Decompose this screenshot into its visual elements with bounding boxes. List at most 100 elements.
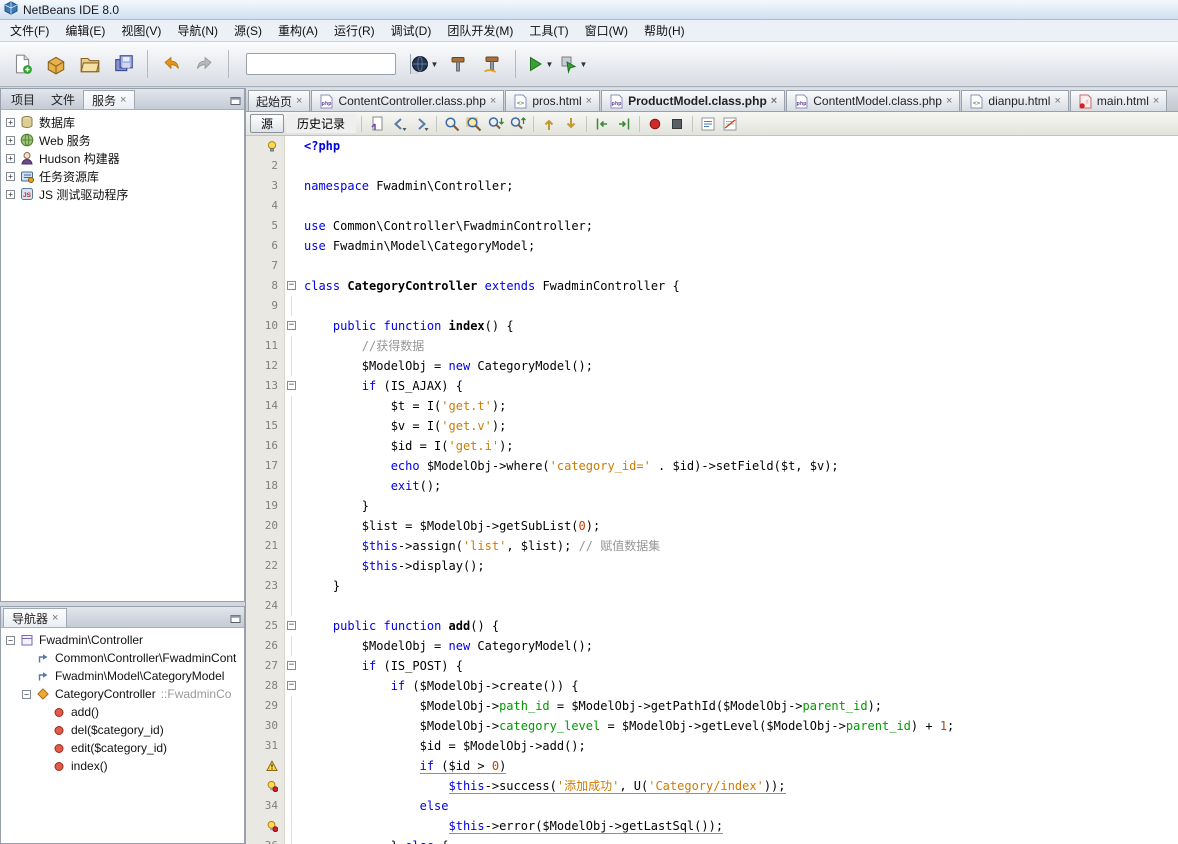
menu-item[interactable]: 源(S)	[226, 19, 270, 42]
editor-tab[interactable]: phpProductModel.class.php×	[601, 90, 785, 111]
tab-navigator[interactable]: 导航器 ×	[3, 608, 67, 627]
history-view-button[interactable]: 历史记录	[286, 114, 356, 133]
editor-tab[interactable]: !main.html×	[1070, 90, 1167, 111]
line-number-gutter[interactable]: 14	[246, 396, 284, 416]
line-number-gutter[interactable]: 13	[246, 376, 284, 396]
line-number-gutter[interactable]: 24	[246, 596, 284, 616]
close-tab-icon[interactable]: ×	[586, 96, 592, 106]
services-tree-item[interactable]: +数据库	[1, 113, 244, 131]
menu-item[interactable]: 窗口(W)	[577, 19, 636, 42]
services-tree-item[interactable]: +JSJS 测试驱动程序	[1, 185, 244, 203]
code-fold-margin[interactable]	[284, 776, 298, 796]
line-number-gutter[interactable]: 31	[246, 736, 284, 756]
services-tree-item[interactable]: +任务资源库	[1, 167, 244, 185]
line-number-gutter[interactable]: 12	[246, 356, 284, 376]
code-fold-margin[interactable]	[284, 456, 298, 476]
code-fold-margin[interactable]	[284, 336, 298, 356]
code-fold-margin[interactable]	[284, 696, 298, 716]
shift-line-right-icon[interactable]	[614, 114, 634, 134]
source-view-button[interactable]: 源	[250, 114, 284, 133]
new-file-button[interactable]	[6, 48, 38, 80]
code-fold-margin[interactable]: −	[284, 656, 298, 676]
uncomment-icon[interactable]	[720, 114, 740, 134]
save-all-button[interactable]	[108, 48, 140, 80]
code-fold-margin[interactable]	[284, 496, 298, 516]
code-fold-margin[interactable]	[284, 736, 298, 756]
line-number-gutter[interactable]: 8	[246, 276, 284, 296]
navigator-tree-item[interactable]: edit($category_id)	[1, 739, 244, 757]
line-number-gutter[interactable]: 15	[246, 416, 284, 436]
undo-button[interactable]	[155, 48, 187, 80]
minimize-window-icon[interactable]	[230, 95, 241, 106]
forward-icon[interactable]	[411, 114, 431, 134]
expander-icon[interactable]: +	[6, 172, 15, 181]
menu-item[interactable]: 团队开发(M)	[439, 19, 521, 42]
code-fold-margin[interactable]: −	[284, 276, 298, 296]
code-fold-margin[interactable]	[284, 156, 298, 176]
navigator-tree-item[interactable]: Common\Controller\FwadminCont	[1, 649, 244, 667]
line-number-gutter[interactable]	[246, 756, 284, 776]
editor-tab[interactable]: <>dianpu.html×	[961, 90, 1068, 111]
code-fold-margin[interactable]	[284, 516, 298, 536]
line-number-gutter[interactable]: 11	[246, 336, 284, 356]
line-number-gutter[interactable]	[246, 816, 284, 836]
line-number-gutter[interactable]: 16	[246, 436, 284, 456]
line-number-gutter[interactable]: 30	[246, 716, 284, 736]
line-number-gutter[interactable]: 7	[246, 256, 284, 276]
editor-tab[interactable]: phpContentController.class.php×	[311, 90, 504, 111]
code-fold-margin[interactable]	[284, 636, 298, 656]
code-fold-margin[interactable]	[284, 816, 298, 836]
tab-services[interactable]: 服务×	[83, 90, 135, 109]
editor-tab[interactable]: phpContentModel.class.php×	[786, 90, 960, 111]
close-tab-icon[interactable]: ×	[771, 96, 777, 106]
code-fold-margin[interactable]: −	[284, 316, 298, 336]
line-number-gutter[interactable]: 5	[246, 216, 284, 236]
code-fold-margin[interactable]	[284, 256, 298, 276]
fold-collapse-icon[interactable]: −	[287, 681, 296, 690]
fold-collapse-icon[interactable]: −	[287, 381, 296, 390]
last-edit-location-icon[interactable]	[367, 114, 387, 134]
redo-button[interactable]	[189, 48, 221, 80]
line-number-gutter[interactable]: 10	[246, 316, 284, 336]
services-tree-item[interactable]: +Hudson 构建器	[1, 149, 244, 167]
line-number-gutter[interactable]: 17	[246, 456, 284, 476]
find-next-icon[interactable]	[486, 114, 506, 134]
code-fold-margin[interactable]	[284, 536, 298, 556]
line-number-gutter[interactable]: 19	[246, 496, 284, 516]
line-number-gutter[interactable]	[246, 136, 284, 156]
line-number-gutter[interactable]: 4	[246, 196, 284, 216]
comment-icon[interactable]	[698, 114, 718, 134]
navigator-tree-item[interactable]: del($category_id)	[1, 721, 244, 739]
navigator-tree-item[interactable]: −CategoryController::FwadminCo	[1, 685, 244, 703]
code-fold-margin[interactable]	[284, 356, 298, 376]
menu-item[interactable]: 视图(V)	[113, 19, 169, 42]
close-tab-icon[interactable]: ×	[1153, 96, 1159, 106]
build-project-button[interactable]	[442, 48, 474, 80]
line-number-gutter[interactable]: 20	[246, 516, 284, 536]
close-tab-icon[interactable]: ×	[1054, 96, 1060, 106]
expander-icon[interactable]: +	[6, 154, 15, 163]
code-fold-margin[interactable]	[284, 216, 298, 236]
line-number-gutter[interactable]: 9	[246, 296, 284, 316]
line-number-gutter[interactable]: 23	[246, 576, 284, 596]
tab-projects[interactable]: 项目	[3, 90, 43, 109]
code-fold-margin[interactable]	[284, 436, 298, 456]
find-icon[interactable]	[442, 114, 462, 134]
navigator-tree-item[interactable]: Fwadmin\Model\CategoryModel	[1, 667, 244, 685]
clean-build-project-button[interactable]	[476, 48, 508, 80]
menu-item[interactable]: 重构(A)	[270, 19, 326, 42]
code-fold-margin[interactable]	[284, 396, 298, 416]
line-number-gutter[interactable]: 18	[246, 476, 284, 496]
navigator-tree-item[interactable]: add()	[1, 703, 244, 721]
editor-tab[interactable]: <>pros.html×	[505, 90, 600, 111]
back-icon[interactable]	[389, 114, 409, 134]
shift-line-left-icon[interactable]	[592, 114, 612, 134]
start-macro-recording-icon[interactable]	[645, 114, 665, 134]
run-project-button[interactable]: ▼	[523, 48, 555, 80]
minimize-window-icon[interactable]	[230, 613, 241, 624]
navigator-tree-item[interactable]: −Fwadmin\Controller	[1, 631, 244, 649]
code-fold-margin[interactable]: −	[284, 616, 298, 636]
expander-icon[interactable]: +	[6, 118, 15, 127]
line-number-gutter[interactable]: 25	[246, 616, 284, 636]
expander-icon[interactable]: +	[6, 190, 15, 199]
